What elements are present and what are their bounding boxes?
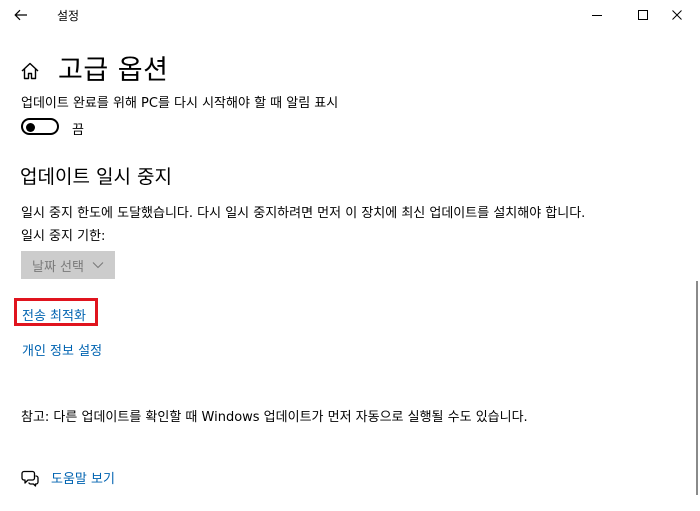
home-icon[interactable] — [20, 61, 40, 81]
minimize-icon — [592, 15, 602, 16]
back-button[interactable] — [10, 4, 32, 26]
minimize-button[interactable] — [574, 0, 620, 30]
close-icon — [672, 10, 682, 20]
get-help-link[interactable]: 도움말 보기 — [51, 468, 115, 487]
close-button[interactable] — [654, 0, 700, 30]
page-header: 고급 옵션 — [20, 48, 168, 87]
page-title: 고급 옵션 — [58, 55, 169, 86]
pause-until-label: 일시 중지 기한: — [21, 229, 106, 244]
scrollbar[interactable] — [696, 281, 698, 495]
privacy-settings-link[interactable]: 개인 정보 설정 — [22, 340, 102, 359]
note-text: 참고: 다른 업데이트를 확인할 때 Windows 업데이트가 먼저 자동으로… — [21, 410, 528, 425]
pause-date-dropdown[interactable]: 날짜 선택 — [21, 251, 115, 279]
back-arrow-icon — [14, 9, 27, 21]
title-bar: 설정 — [0, 0, 700, 30]
chevron-down-icon — [92, 261, 104, 269]
toggle-state-label: 끔 — [72, 123, 84, 138]
help-chat-icon — [21, 470, 39, 487]
pause-limit-info: 일시 중지 한도에 도달했습니다. 다시 일시 중지하려면 먼저 이 장치에 최… — [21, 206, 586, 221]
restart-notification-toggle[interactable] — [21, 118, 59, 135]
maximize-icon — [638, 10, 648, 20]
delivery-optimization-link[interactable]: 전송 최적화 — [22, 305, 86, 324]
pause-date-dropdown-value: 날짜 선택 — [32, 259, 84, 275]
toggle-knob — [26, 122, 35, 132]
pause-updates-heading: 업데이트 일시 중지 — [20, 166, 172, 188]
restart-notification-label: 업데이트 완료를 위해 PC를 다시 시작해야 할 때 알림 표시 — [21, 96, 339, 111]
get-help-row[interactable]: 도움말 보기 — [21, 468, 115, 487]
window-title: 설정 — [57, 9, 80, 23]
